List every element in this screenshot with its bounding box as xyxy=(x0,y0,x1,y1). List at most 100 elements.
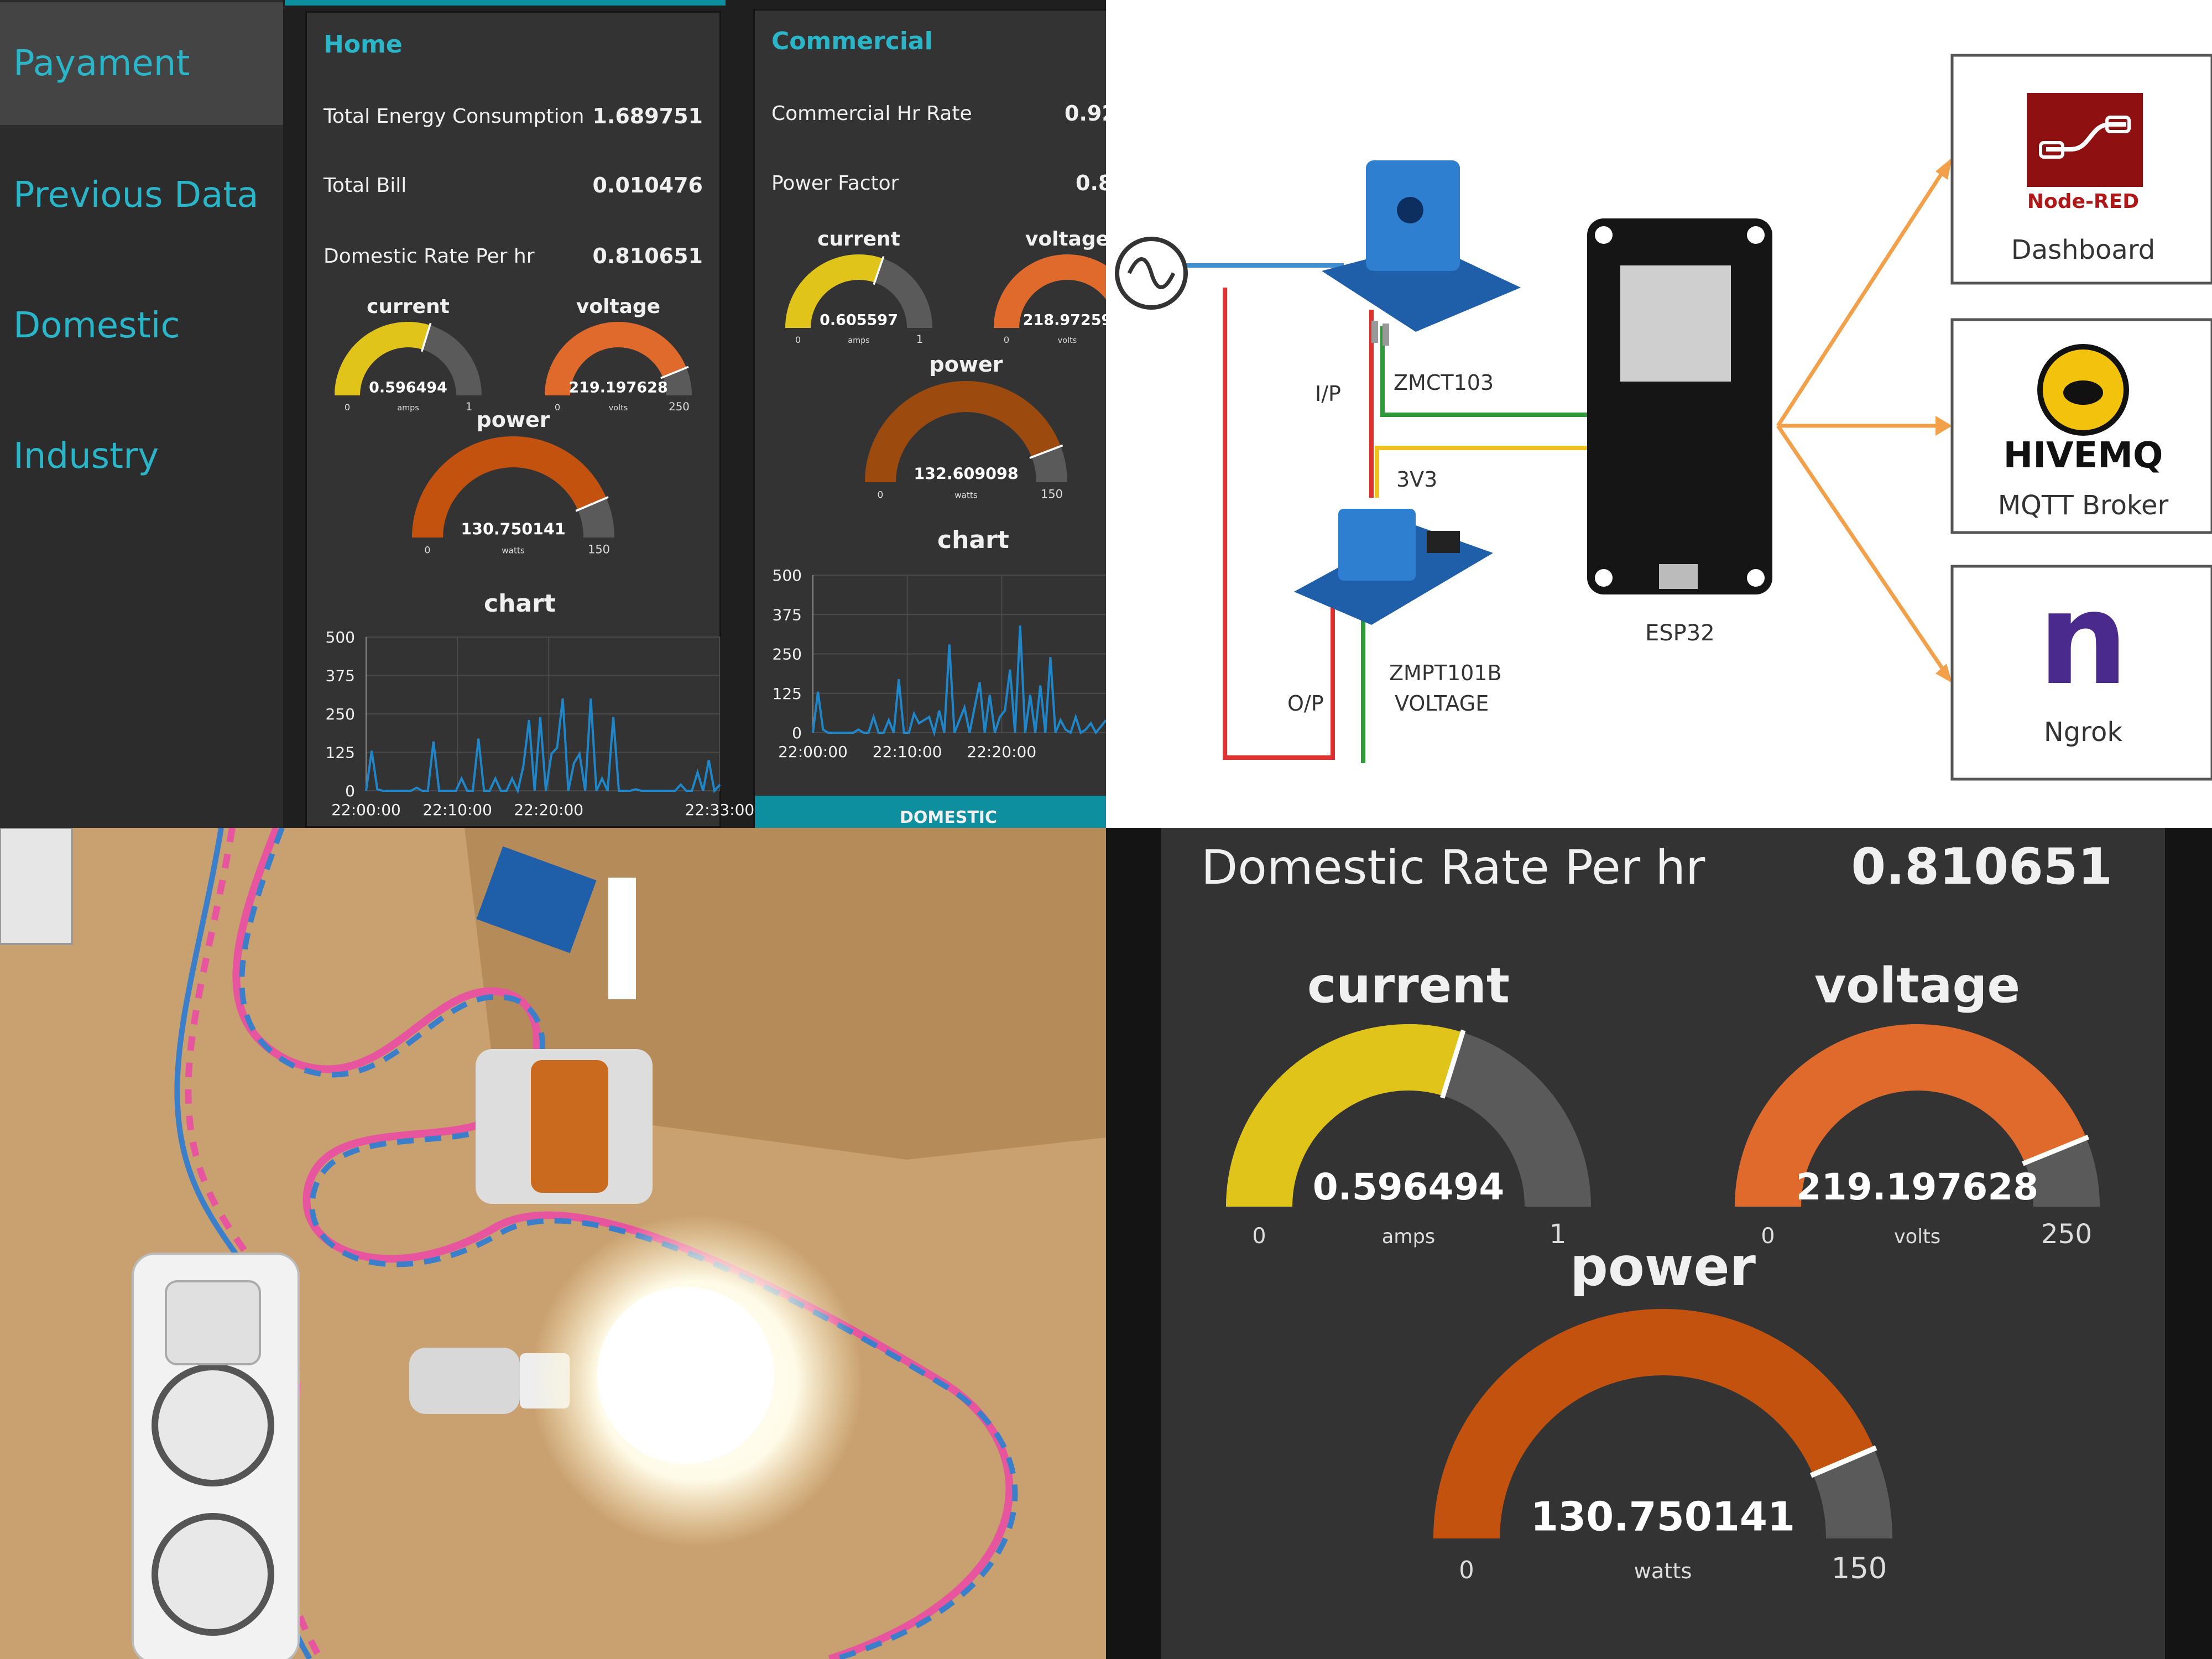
zoom-voltage-gauge-unit: volts xyxy=(1894,1225,1940,1248)
commercial-power-gauge-label: power xyxy=(930,352,1003,377)
commercial-current-gauge-max: 1 xyxy=(916,333,924,346)
hivemq-name: HIVEMQ xyxy=(2004,435,2163,476)
bulb-holder xyxy=(409,1348,520,1414)
hardware-photo xyxy=(0,828,1106,1659)
zoom-current-gauge-max: 1 xyxy=(1550,1219,1567,1250)
zmpt101b-sensor xyxy=(1294,509,1493,625)
zmct103-label: ZMCT103 xyxy=(1394,371,1494,395)
wiring-diagram: n Node-RED Dashboard HIVEMQ MQTT Broker … xyxy=(1106,0,2212,828)
home-chart-y-tick: 0 xyxy=(345,782,355,800)
commercial-chart-y-tick: 500 xyxy=(773,566,802,585)
zoom-power-gauge-value: 130.750141 xyxy=(1531,1494,1795,1540)
home-chart-y-tick: 125 xyxy=(326,744,355,762)
commercial-voltage-gauge-unit: volts xyxy=(1058,336,1077,345)
voltage-sensor-label: VOLTAGE xyxy=(1395,691,1489,716)
commercial-voltage-gauge-value: 218.97259 xyxy=(1023,312,1106,329)
zoom-power-gauge-max: 150 xyxy=(1832,1552,1887,1585)
socket-2 xyxy=(152,1513,274,1636)
socket-1 xyxy=(152,1364,274,1486)
dashboard-gauges-and-charts: current 0.596494 amps 0 1 voltage 219.197628 vo… xyxy=(326,228,1106,819)
3v3-label: 3V3 xyxy=(1396,467,1437,492)
home-voltage-gauge-max: 250 xyxy=(669,400,690,413)
home-power-gauge-max: 150 xyxy=(588,543,610,556)
commercial-chart-y-tick: 250 xyxy=(773,645,802,664)
zoom-power-gauge-unit: watts xyxy=(1634,1559,1692,1584)
home-voltage-gauge-value: 219.197628 xyxy=(568,379,667,397)
node-red-name: Node-RED xyxy=(2027,190,2139,213)
arrow-to-node-red xyxy=(1776,165,1948,427)
node-red-logo-icon xyxy=(2027,93,2143,187)
wiring-diagram-svg: n Node-RED Dashboard HIVEMQ MQTT Broker … xyxy=(1115,54,2212,781)
zoom-voltage-gauge-min: 0 xyxy=(1761,1223,1775,1249)
zoom-power-gauge-label: power xyxy=(1570,1236,1756,1298)
home-chart-y-tick: 250 xyxy=(326,705,355,723)
plug-fuse xyxy=(531,1060,608,1193)
output-label: O/P xyxy=(1287,691,1324,716)
commercial-voltage-gauge-min: 0 xyxy=(1004,335,1009,345)
home-chart-x-tick: 22:33:00 xyxy=(685,801,754,819)
home-voltage-gauge-min: 0 xyxy=(555,402,560,413)
commercial-chart-x-tick: 22:20:00 xyxy=(967,743,1036,761)
home-current-gauge-label: current xyxy=(367,295,450,318)
hivemq-caption: MQTT Broker xyxy=(1998,490,2169,521)
zmpt101b-label: ZMPT101B xyxy=(1389,661,1502,685)
home-current-gauge-min: 0 xyxy=(345,402,350,413)
commercial-chart-series-line xyxy=(812,625,1106,737)
node-red-caption: Dashboard xyxy=(2011,234,2155,265)
esp32-board xyxy=(1587,218,1772,594)
arrowhead-3 xyxy=(1936,664,1952,683)
home-current-gauge-value: 0.596494 xyxy=(369,379,447,397)
zoom-current-gauge-min: 0 xyxy=(1252,1223,1266,1249)
label-tag xyxy=(608,878,636,999)
commercial-power-gauge-unit: watts xyxy=(954,491,978,500)
commercial-current-gauge-value: 0.605597 xyxy=(820,312,898,329)
home-current-gauge-unit: amps xyxy=(397,404,419,413)
zoom-power-gauge-min: 0 xyxy=(1459,1557,1474,1584)
ngrok-logo-icon: n xyxy=(2038,566,2128,713)
home-current-gauge-max: 1 xyxy=(466,400,473,413)
home-chart-x-tick: 22:00:00 xyxy=(331,801,401,819)
home-power-gauge-min: 0 xyxy=(425,545,431,556)
commercial-power-gauge-min: 0 xyxy=(878,490,884,501)
plugged-adapter xyxy=(165,1280,261,1365)
hardware-photo-svg xyxy=(0,828,1106,1659)
zmct103-sensor xyxy=(1322,160,1521,346)
esp32-label: ESP32 xyxy=(1645,620,1715,646)
zoom-current-gauge-value: 0.596494 xyxy=(1313,1166,1505,1208)
arrow-to-ngrok xyxy=(1776,425,1948,676)
commercial-chart-x-tick: 22:10:00 xyxy=(873,743,942,761)
ngrok-caption: Ngrok xyxy=(2044,717,2122,748)
zoom-voltage-gauge-max: 250 xyxy=(2041,1219,2092,1250)
zoom-current-gauge-unit: amps xyxy=(1382,1225,1436,1248)
red-wire xyxy=(1223,288,1335,760)
commercial-current-gauge-min: 0 xyxy=(795,335,801,345)
commercial-power-gauge-max: 150 xyxy=(1041,488,1063,501)
light-bulb-icon xyxy=(597,1287,774,1464)
commercial-chart-y-tick: 0 xyxy=(792,724,802,742)
input-label: I/P xyxy=(1315,382,1341,406)
home-voltage-gauge-label: voltage xyxy=(576,295,660,318)
commercial-chart-y-tick: 125 xyxy=(773,685,802,703)
commercial-voltage-gauge-label: voltage xyxy=(1025,228,1106,251)
home-chart-x-tick: 22:20:00 xyxy=(514,801,583,819)
commercial-current-gauge-label: current xyxy=(817,228,900,251)
zoomed-dashboard: Domestic Rate Per hr 0.810651 current 0.5… xyxy=(1106,828,2212,1659)
commercial-chart-x-tick: 22:00:00 xyxy=(778,743,848,761)
home-voltage-gauge-unit: volts xyxy=(609,404,628,413)
commercial-chart-y-tick: 375 xyxy=(773,606,802,624)
zoom-gauges: current 0.596494 amps 0 1 voltage 219.197628 vo… xyxy=(1226,957,2100,1585)
home-chart-y-tick: 500 xyxy=(326,628,355,646)
zoom-current-gauge-label: current xyxy=(1307,957,1510,1014)
dashboard-screenshot: Payament Previous Data Domestic Industry… xyxy=(0,0,1106,828)
home-chart-series-line xyxy=(365,698,721,795)
home-chart-y-tick: 375 xyxy=(326,667,355,685)
home-power-gauge-unit: watts xyxy=(502,546,525,556)
commercial-current-gauge-unit: amps xyxy=(848,336,869,345)
home-chart-x-tick: 22:10:00 xyxy=(422,801,492,819)
commercial-power-gauge-value: 132.609098 xyxy=(914,465,1018,483)
paper-object xyxy=(0,828,73,945)
home-power-gauge-label: power xyxy=(477,408,550,432)
zoom-voltage-gauge-label: voltage xyxy=(1814,957,2020,1014)
home-power-gauge-value: 130.750141 xyxy=(461,520,565,538)
zoom-voltage-gauge-value: 219.197628 xyxy=(1796,1166,2038,1208)
